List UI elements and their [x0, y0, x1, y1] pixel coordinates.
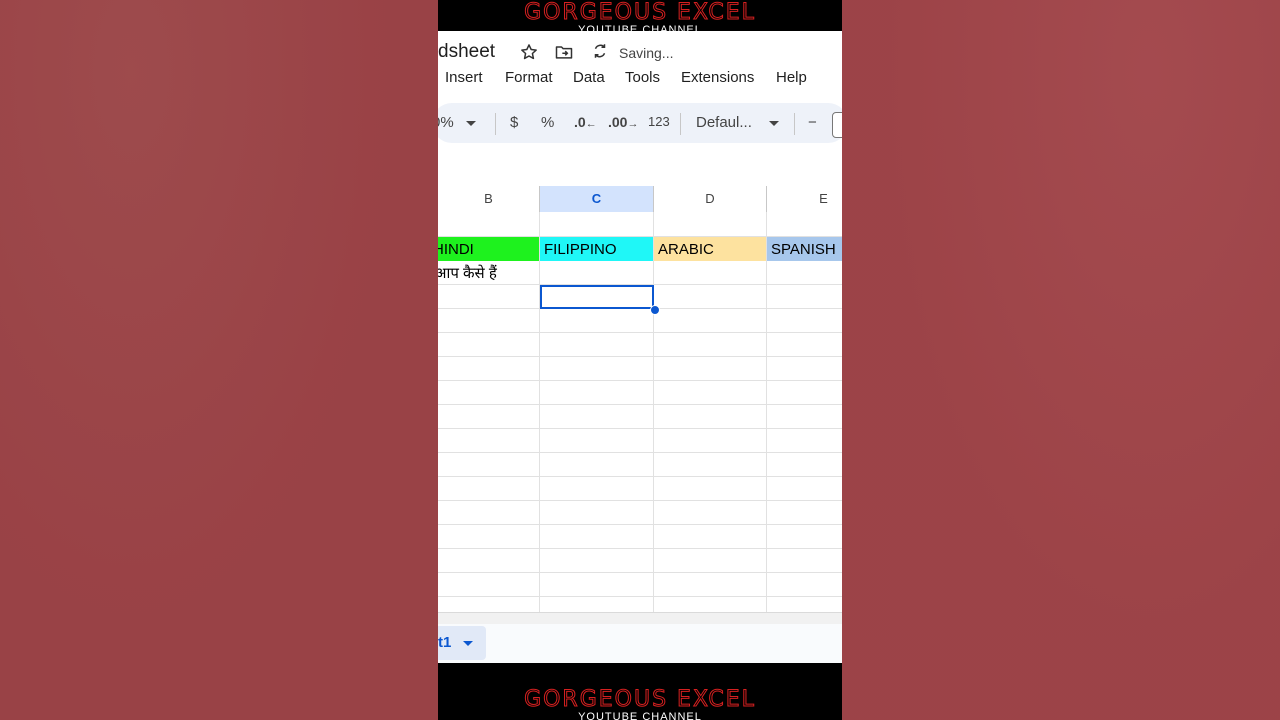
font-value: Defaul...	[696, 114, 752, 131]
menu-format[interactable]: Format	[505, 69, 553, 86]
column-header-c[interactable]: C	[540, 186, 654, 212]
header-filippino: FILIPPINO	[544, 241, 617, 258]
arrow-left-icon: ←	[585, 118, 597, 130]
spreadsheet-view: GORGEOUS EXCEL YOUTUBE CHANNEL dsheet Sa…	[438, 0, 842, 720]
watermark-subtitle: YOUTUBE CHANNEL	[578, 24, 702, 31]
selected-cell[interactable]	[540, 285, 654, 309]
menu-data[interactable]: Data	[573, 69, 605, 86]
watermark-subtitle: YOUTUBE CHANNEL	[578, 711, 702, 720]
row-line	[438, 524, 842, 525]
title-bar: dsheet Saving...	[438, 31, 842, 69]
fill-handle[interactable]	[650, 305, 660, 315]
sheet-tab-dropdown-icon[interactable]	[463, 641, 473, 646]
cell-grid[interactable]: HINDI FILIPPINO ARABIC SPANISH आप कैसे ह…	[438, 212, 842, 612]
cell-b-row3[interactable]: आप कैसे हैं	[438, 261, 539, 285]
menu-extensions[interactable]: Extensions	[681, 69, 754, 86]
font-size-decrease-button[interactable]: −	[808, 114, 817, 131]
row-line	[438, 548, 842, 549]
decrease-decimal-button[interactable]: .0←	[574, 114, 597, 130]
row-line	[438, 476, 842, 477]
watermark-brand: GORGEOUS EXCEL	[524, 687, 756, 712]
watermark-banner-top: GORGEOUS EXCEL YOUTUBE CHANNEL	[438, 0, 842, 31]
cell-c-header[interactable]: FILIPPINO	[540, 237, 653, 261]
hindi-phrase: आप कैसे हैं	[438, 265, 497, 282]
font-dropdown-icon[interactable]	[769, 114, 779, 131]
font-size-input[interactable]	[832, 112, 842, 138]
sheet-tab[interactable]: t1	[438, 626, 486, 660]
row-line	[438, 356, 842, 357]
toolbar: 0% $ % .0← .00→ 123 Defaul... −	[438, 103, 842, 143]
background-blur-right	[842, 0, 1280, 720]
row-line	[438, 332, 842, 333]
save-status: Saving...	[619, 45, 674, 61]
sheet-tab-label: t1	[438, 634, 452, 651]
toolbar-divider	[495, 113, 496, 135]
menu-insert[interactable]: Insert	[445, 69, 483, 86]
background-blur-left	[0, 0, 438, 720]
column-line	[539, 212, 540, 612]
row-line	[438, 596, 842, 597]
watermark-brand: GORGEOUS EXCEL	[524, 0, 756, 25]
cell-d-header[interactable]: ARABIC	[654, 237, 766, 261]
increase-decimal-label: .00	[608, 114, 628, 130]
row-line	[438, 428, 842, 429]
move-to-folder-icon[interactable]	[553, 42, 575, 64]
menu-bar: Insert Format Data Tools Extensions Help	[438, 67, 842, 91]
column-line	[766, 212, 767, 612]
font-select[interactable]: Defaul...	[696, 114, 752, 131]
column-header-e[interactable]: E	[767, 186, 842, 212]
toolbar-divider	[680, 113, 681, 135]
column-headers: B C D E	[438, 186, 842, 213]
row-line	[438, 452, 842, 453]
column-header-b[interactable]: B	[438, 186, 540, 212]
increase-decimal-button[interactable]: .00→	[608, 114, 638, 130]
document-title[interactable]: dsheet	[438, 41, 495, 63]
star-icon[interactable]	[518, 42, 540, 64]
menu-help[interactable]: Help	[776, 69, 807, 86]
header-arabic: ARABIC	[658, 241, 714, 258]
row-line	[438, 572, 842, 573]
menu-tools[interactable]: Tools	[625, 69, 660, 86]
decrease-decimal-label: .0	[574, 114, 586, 130]
cell-b-header[interactable]: HINDI	[438, 237, 539, 261]
zoom-select[interactable]: 0%	[438, 114, 454, 131]
row-line	[438, 380, 842, 381]
formula-bar-area	[438, 150, 842, 187]
header-hindi: HINDI	[438, 241, 474, 258]
watermark-banner-bottom: GORGEOUS EXCEL YOUTUBE CHANNEL	[438, 663, 842, 720]
toolbar-divider	[794, 113, 795, 135]
row-line	[438, 500, 842, 501]
column-header-d[interactable]: D	[654, 186, 767, 212]
currency-format-button[interactable]: $	[510, 114, 518, 131]
sheet-tabs-bar: t1	[438, 624, 842, 663]
row-line	[438, 404, 842, 405]
zoom-dropdown-icon[interactable]	[466, 114, 476, 131]
arrow-right-icon: →	[627, 118, 639, 130]
percent-format-button[interactable]: %	[541, 114, 554, 131]
number-format-button[interactable]: 123	[648, 114, 670, 129]
column-line	[653, 212, 654, 612]
header-spanish: SPANISH	[771, 241, 836, 258]
zoom-value: 0%	[438, 114, 454, 131]
cell-e-header[interactable]: SPANISH	[767, 237, 842, 261]
sync-icon	[589, 42, 611, 64]
